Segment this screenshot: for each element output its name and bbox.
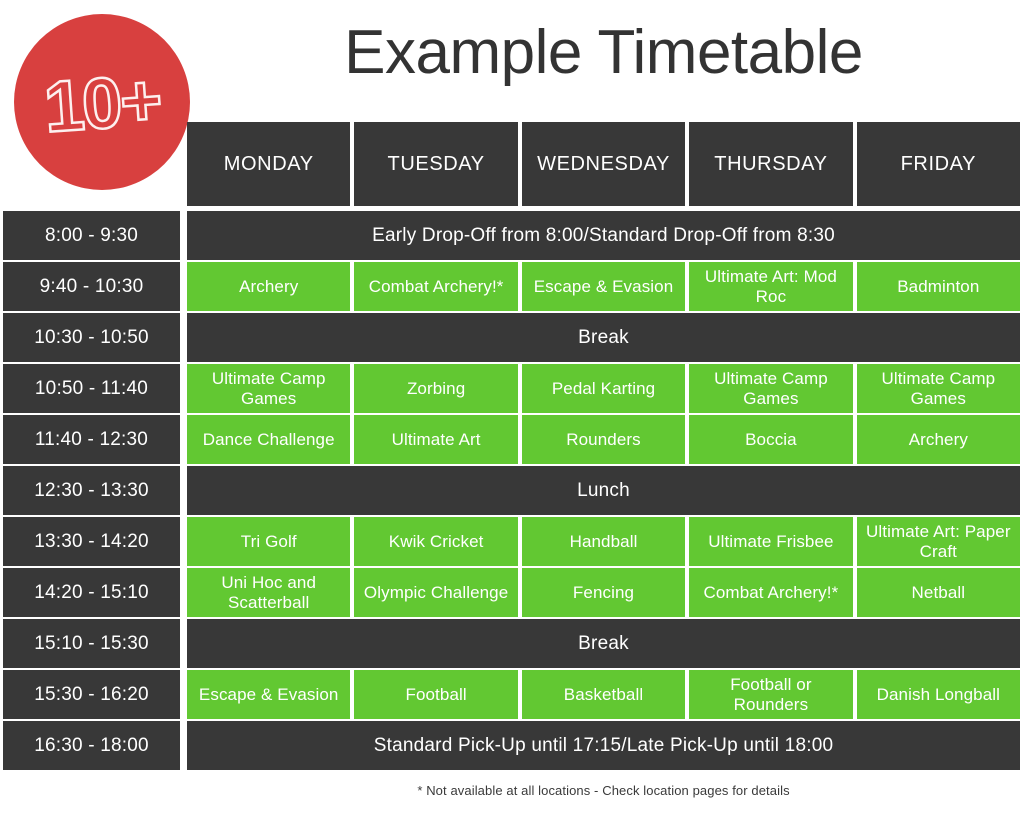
day-header-row: MONDAY TUESDAY WEDNESDAY THURSDAY FRIDAY bbox=[0, 122, 1026, 206]
timetable-row: 8:00 - 9:30 Early Drop-Off from 8:00/Stan… bbox=[0, 211, 1026, 260]
activity-cell[interactable]: Netball bbox=[856, 568, 1021, 617]
schedule-banner: Standard Pick-Up until 17:15/Late Pick-U… bbox=[187, 721, 1020, 770]
timetable-row: 12:30 - 13:30 Lunch bbox=[0, 466, 1026, 515]
activity-cell[interactable]: Rounders bbox=[521, 415, 686, 464]
time-slot-label: 13:30 - 14:20 bbox=[3, 517, 180, 566]
activity-cells: Dance Challenge Ultimate Art Rounders Bocci… bbox=[187, 415, 1026, 464]
timetable-row: 10:50 - 11:40 Ultimate Camp Games Zorbing P… bbox=[0, 364, 1026, 413]
activity-cell[interactable]: Olympic Challenge bbox=[354, 568, 518, 617]
day-header-friday: FRIDAY bbox=[856, 122, 1021, 206]
footnote: * Not available at all locations - Check… bbox=[417, 783, 790, 798]
activity-cell[interactable]: Pedal Karting bbox=[521, 364, 686, 413]
activity-cell[interactable]: Ultimate Camp Games bbox=[187, 364, 351, 413]
activity-cell[interactable]: Tri Golf bbox=[187, 517, 351, 566]
time-slot-label: 15:30 - 16:20 bbox=[3, 670, 180, 719]
activity-cell[interactable]: Handball bbox=[521, 517, 686, 566]
activity-cell[interactable]: Fencing bbox=[521, 568, 686, 617]
time-slot-label: 10:30 - 10:50 bbox=[3, 313, 180, 362]
timetable-row: 15:10 - 15:30 Break bbox=[0, 619, 1026, 668]
time-slot-label: 11:40 - 12:30 bbox=[3, 415, 180, 464]
activity-cell[interactable]: Escape & Evasion bbox=[187, 670, 351, 719]
activity-cell[interactable]: Ultimate Art: Paper Craft bbox=[856, 517, 1021, 566]
day-header-thursday: THURSDAY bbox=[689, 122, 853, 206]
activity-cell[interactable]: Zorbing bbox=[354, 364, 518, 413]
timetable-page: 10+ Example Timetable MONDAY TUESDAY WEDNE… bbox=[0, 0, 1026, 814]
day-header-wednesday: WEDNESDAY bbox=[521, 122, 686, 206]
time-slot-label: 15:10 - 15:30 bbox=[3, 619, 180, 668]
schedule-banner: Break bbox=[187, 619, 1020, 668]
activity-cell[interactable]: Dance Challenge bbox=[187, 415, 351, 464]
time-slot-label: 10:50 - 11:40 bbox=[3, 364, 180, 413]
page-title: Example Timetable bbox=[344, 18, 863, 87]
time-column-header bbox=[3, 122, 180, 206]
activity-cell[interactable]: Escape & Evasion bbox=[521, 262, 686, 311]
day-header-cells: MONDAY TUESDAY WEDNESDAY THURSDAY FRIDAY bbox=[187, 122, 1026, 206]
activity-cell[interactable]: Badminton bbox=[856, 262, 1021, 311]
time-slot-label: 8:00 - 9:30 bbox=[3, 211, 180, 260]
activity-cell[interactable]: Boccia bbox=[689, 415, 853, 464]
schedule-banner: Early Drop-Off from 8:00/Standard Drop-O… bbox=[187, 211, 1020, 260]
activity-cell[interactable]: Football bbox=[354, 670, 518, 719]
schedule-banner: Break bbox=[187, 313, 1020, 362]
time-slot-label: 14:20 - 15:10 bbox=[3, 568, 180, 617]
activity-cell[interactable]: Danish Longball bbox=[856, 670, 1021, 719]
activity-cell[interactable]: Ultimate Camp Games bbox=[856, 364, 1021, 413]
activity-cell[interactable]: Kwik Cricket bbox=[354, 517, 518, 566]
activity-cell[interactable]: Archery bbox=[187, 262, 351, 311]
activity-cell[interactable]: Ultimate Art: Mod Roc bbox=[689, 262, 853, 311]
activity-cell[interactable]: Uni Hoc and Scatterball bbox=[187, 568, 351, 617]
activity-cell[interactable]: Combat Archery!* bbox=[354, 262, 518, 311]
timetable-row: 15:30 - 16:20 Escape & Evasion Football Bas… bbox=[0, 670, 1026, 719]
day-header-tuesday: TUESDAY bbox=[354, 122, 518, 206]
activity-cell[interactable]: Ultimate Art bbox=[354, 415, 518, 464]
activity-cell[interactable]: Combat Archery!* bbox=[689, 568, 853, 617]
day-header-monday: MONDAY bbox=[187, 122, 351, 206]
activity-cell[interactable]: Archery bbox=[856, 415, 1021, 464]
activity-cells: Ultimate Camp Games Zorbing Pedal Karting U… bbox=[187, 364, 1026, 413]
timetable-row: 10:30 - 10:50 Break bbox=[0, 313, 1026, 362]
activity-cells: Uni Hoc and Scatterball Olympic Challenge… bbox=[187, 568, 1026, 617]
timetable-row: 13:30 - 14:20 Tri Golf Kwik Cricket Handbal… bbox=[0, 517, 1026, 566]
activity-cell[interactable]: Football or Rounders bbox=[689, 670, 853, 719]
activity-cell[interactable]: Ultimate Frisbee bbox=[689, 517, 853, 566]
activity-cell[interactable]: Ultimate Camp Games bbox=[689, 364, 853, 413]
timetable-row: 11:40 - 12:30 Dance Challenge Ultimate Art… bbox=[0, 415, 1026, 464]
time-slot-label: 9:40 - 10:30 bbox=[3, 262, 180, 311]
timetable-row: 14:20 - 15:10 Uni Hoc and Scatterball Olym… bbox=[0, 568, 1026, 617]
time-slot-label: 16:30 - 18:00 bbox=[3, 721, 180, 770]
timetable-row: 16:30 - 18:00 Standard Pick-Up until 17:1… bbox=[0, 721, 1026, 770]
activity-cells: Escape & Evasion Football Basketball Footba… bbox=[187, 670, 1026, 719]
schedule-banner: Lunch bbox=[187, 466, 1020, 515]
activity-cells: Tri Golf Kwik Cricket Handball Ultimate Fri… bbox=[187, 517, 1026, 566]
time-slot-label: 12:30 - 13:30 bbox=[3, 466, 180, 515]
activity-cells: Archery Combat Archery!* Escape & Evasion U… bbox=[187, 262, 1026, 311]
timetable-row: 9:40 - 10:30 Archery Combat Archery!* Escap… bbox=[0, 262, 1026, 311]
activity-cell[interactable]: Basketball bbox=[521, 670, 686, 719]
